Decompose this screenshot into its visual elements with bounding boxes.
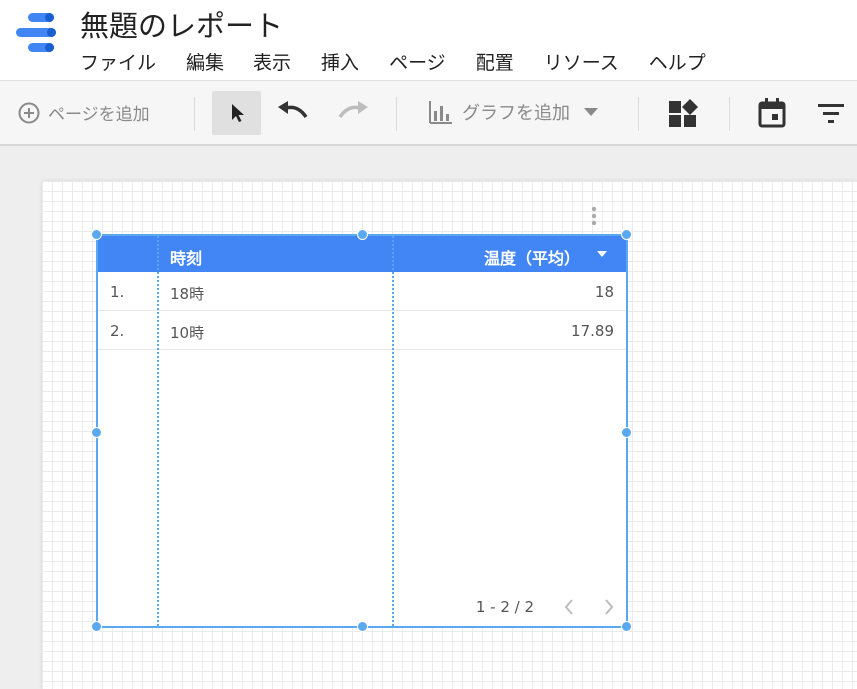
menu-resource[interactable]: リソース [544, 50, 619, 76]
components-button[interactable] [668, 99, 698, 129]
resize-handle[interactable] [621, 229, 632, 240]
filter-icon [818, 104, 844, 123]
add-chart-label: グラフを追加 [462, 103, 570, 124]
add-chart-button[interactable]: グラフを追加 [428, 99, 598, 125]
logo-icon[interactable] [14, 12, 60, 54]
resize-handle[interactable] [357, 229, 368, 240]
report-title[interactable]: 無題のレポート [80, 3, 283, 45]
sort-descending-icon[interactable] [597, 251, 607, 257]
table-chart[interactable]: 時刻 温度（平均） 1. 18時 18 2. 10時 17.89 1 - 2 /… [96, 234, 628, 628]
resize-handle[interactable] [621, 621, 632, 632]
add-page-label: ページを追加 [48, 105, 150, 125]
date-range-button[interactable] [758, 98, 786, 128]
menu-help[interactable]: ヘルプ [649, 50, 706, 76]
cell-time: 18時 [170, 285, 205, 303]
calendar-icon [758, 98, 786, 128]
pagination-text: 1 - 2 / 2 [475, 598, 534, 616]
caret-down-icon [584, 108, 598, 116]
toolbar-divider [729, 97, 730, 131]
menu-file[interactable]: ファイル [80, 50, 156, 76]
cursor-icon [231, 104, 244, 122]
components-icon [669, 99, 698, 127]
cell-temperature: 18 [594, 283, 614, 301]
row-index: 1. [110, 283, 125, 301]
resize-handle[interactable] [357, 621, 368, 632]
menu-page[interactable]: ページ [389, 50, 446, 76]
table-row[interactable]: 2. 10時 17.89 [98, 311, 626, 350]
table-row[interactable]: 1. 18時 18 [98, 272, 626, 311]
column-resize-guide[interactable] [157, 236, 159, 626]
select-tool-button[interactable] [212, 91, 261, 135]
resize-handle[interactable] [91, 621, 102, 632]
undo-button[interactable] [276, 101, 310, 123]
column-header-time[interactable]: 時刻 [170, 245, 202, 269]
redo-button[interactable] [336, 101, 370, 123]
redo-icon [338, 101, 368, 119]
app-header: 無題のレポート ファイル 編集 表示 挿入 ページ 配置 リソース ヘルプ [0, 0, 857, 80]
cell-temperature: 17.89 [571, 322, 614, 340]
chevron-right-icon[interactable] [604, 599, 614, 615]
cell-time: 10時 [170, 324, 205, 342]
column-header-temperature[interactable]: 温度（平均） [484, 245, 580, 269]
toolbar-divider [396, 97, 397, 131]
resize-handle[interactable] [91, 229, 102, 240]
menu-edit[interactable]: 編集 [186, 50, 224, 76]
chevron-left-icon[interactable] [564, 599, 574, 615]
add-page-button[interactable]: ページを追加 [18, 100, 150, 125]
toolbar-divider [638, 97, 639, 131]
column-resize-guide[interactable] [392, 236, 394, 626]
add-circle-icon [18, 102, 40, 123]
menu-arrange[interactable]: 配置 [476, 50, 514, 76]
menu-view[interactable]: 表示 [253, 50, 291, 76]
toolbar: ページを追加 グラフを追加 [0, 80, 857, 146]
bar-chart-icon [429, 101, 452, 124]
resize-handle[interactable] [621, 427, 632, 438]
menu-insert[interactable]: 挿入 [321, 50, 359, 76]
filter-button[interactable] [817, 103, 845, 125]
pagination: 1 - 2 / 2 [476, 598, 614, 616]
resize-handle[interactable] [91, 427, 102, 438]
undo-icon [278, 101, 308, 119]
row-index: 2. [110, 322, 125, 340]
toolbar-divider [194, 97, 195, 131]
menu-bar: ファイル 編集 表示 挿入 ページ 配置 リソース ヘルプ [80, 50, 736, 76]
table-header: 時刻 温度（平均） [98, 236, 626, 272]
more-vert-icon[interactable] [591, 206, 597, 226]
